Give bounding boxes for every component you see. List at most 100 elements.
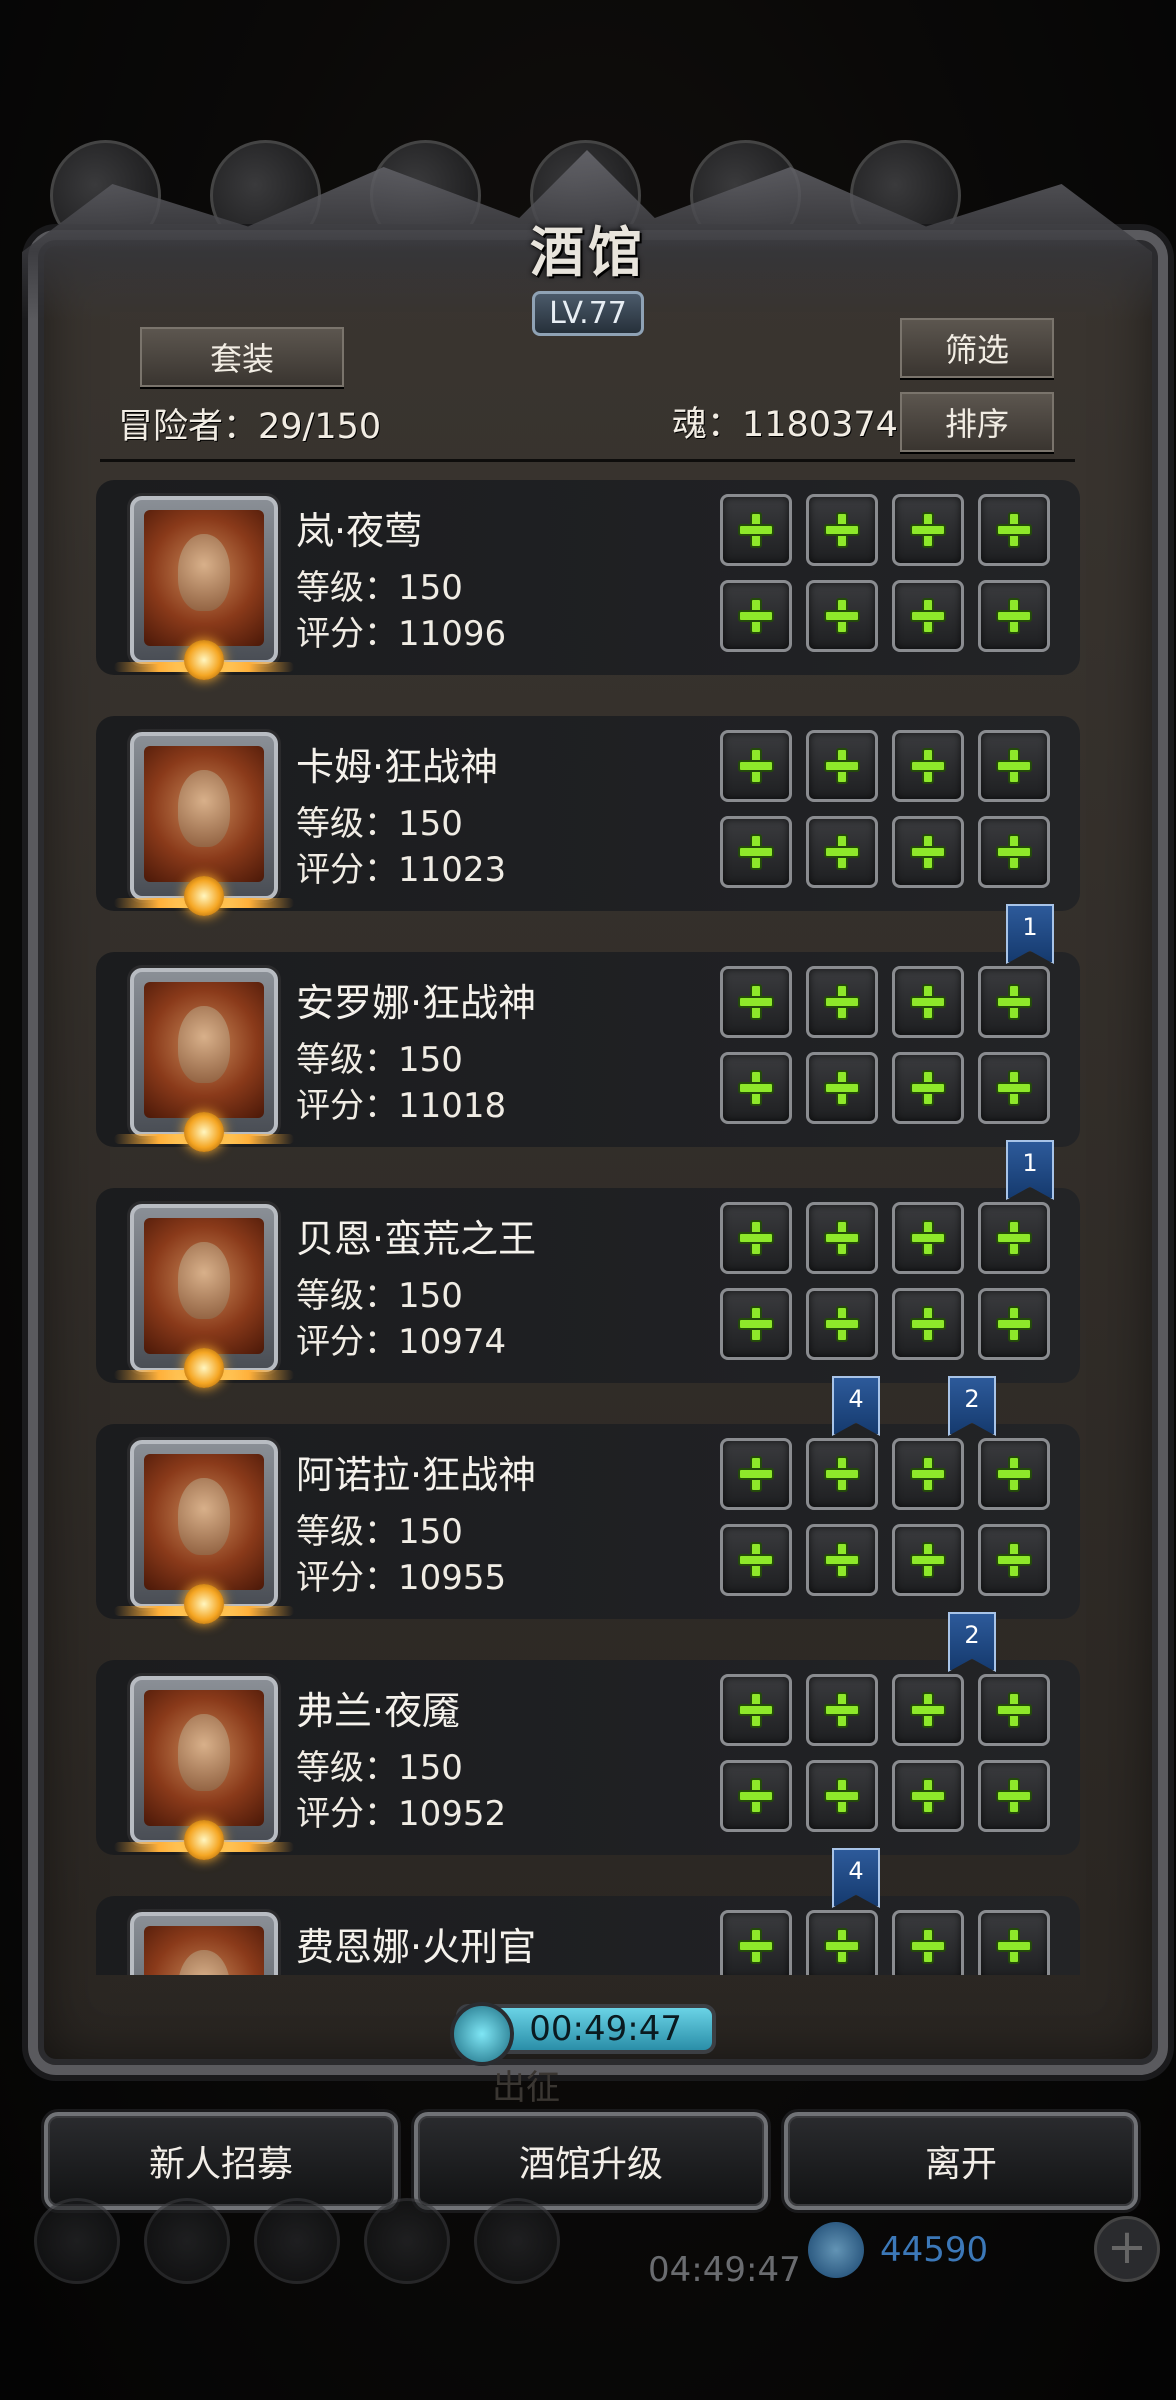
upgrade-tavern-button[interactable]: 酒馆升级 [414, 2112, 768, 2210]
equipment-slot[interactable] [806, 730, 878, 802]
hero-card[interactable]: 费恩娜·火刑官 [96, 1896, 1080, 1975]
equipment-slot[interactable] [806, 580, 878, 652]
equipment-slot[interactable] [720, 1524, 792, 1596]
soul-count: 魂：1180374 [672, 405, 898, 445]
equipment-slot[interactable] [806, 1052, 878, 1124]
equipment-slot[interactable] [892, 1524, 964, 1596]
equipment-slot[interactable] [720, 1288, 792, 1360]
plus-icon [996, 1306, 1032, 1342]
equipment-slot[interactable] [892, 494, 964, 566]
equipment-slot[interactable] [978, 730, 1050, 802]
leave-button[interactable]: 离开 [784, 2112, 1138, 2210]
equipment-slot[interactable] [892, 1674, 964, 1746]
equipment-slot[interactable] [892, 816, 964, 888]
equipment-slot[interactable] [892, 1052, 964, 1124]
plus-icon [738, 512, 774, 548]
plus-icon [996, 598, 1032, 634]
hero-portrait[interactable] [130, 1912, 278, 1975]
hud-gear-icon[interactable] [34, 2198, 120, 2284]
equipment-slot[interactable] [892, 580, 964, 652]
hero-card[interactable]: 安罗娜·狂战神 等级：150 评分：11018 [96, 952, 1080, 1152]
equipment-slot[interactable] [720, 1760, 792, 1832]
equipment-slot[interactable] [720, 580, 792, 652]
portrait-background [144, 1690, 264, 1826]
equipment-slot[interactable] [806, 816, 878, 888]
equipment-slot[interactable] [720, 730, 792, 802]
recruit-button[interactable]: 新人招募 [44, 2112, 398, 2210]
hero-list[interactable]: 岚·夜莺 等级：150 评分：11096 卡姆·狂战神 等级：150 评分：11023 安罗… [96, 480, 1080, 1975]
hero-portrait[interactable] [114, 1204, 294, 1388]
equipment-slot[interactable] [806, 966, 878, 1038]
hero-card[interactable]: 弗兰·夜魇 等级：150 评分：10952 [96, 1660, 1080, 1860]
equipment-slot[interactable] [892, 1438, 964, 1510]
equipment-slot[interactable] [978, 1438, 1050, 1510]
plus-icon [738, 748, 774, 784]
equipment-slot[interactable] [720, 1910, 792, 1975]
hud-star-icon[interactable] [144, 2198, 230, 2284]
plus-icon [910, 1778, 946, 1814]
equipment-slot[interactable] [720, 1438, 792, 1510]
equipment-slot[interactable] [892, 730, 964, 802]
equipment-slot[interactable] [892, 1910, 964, 1975]
equipment-slot[interactable] [892, 966, 964, 1038]
equipment-slot[interactable] [978, 494, 1050, 566]
hero-portrait[interactable] [114, 1676, 294, 1860]
hero-face [177, 534, 231, 611]
equipment-slot[interactable] [978, 1524, 1050, 1596]
equipment-slot[interactable] [978, 966, 1050, 1038]
plus-icon [996, 984, 1032, 1020]
equipment-slots [720, 728, 1060, 904]
hud-box-icon[interactable] [474, 2198, 560, 2284]
equipment-slot[interactable] [720, 816, 792, 888]
equipment-slot[interactable] [978, 1202, 1050, 1274]
equipment-slot[interactable] [892, 1288, 964, 1360]
plus-icon [910, 1542, 946, 1578]
equipment-slot[interactable] [978, 1910, 1050, 1975]
hero-card[interactable]: 阿诺拉·狂战神 等级：150 评分：10955 [96, 1424, 1080, 1624]
plus-icon [738, 1220, 774, 1256]
equipment-slot[interactable] [720, 1202, 792, 1274]
hero-portrait[interactable] [114, 496, 294, 680]
add-gems-button[interactable]: + [1094, 2216, 1160, 2282]
sort-button[interactable]: 排序 [900, 392, 1054, 452]
equipment-slot[interactable] [978, 1052, 1050, 1124]
hero-portrait[interactable] [114, 1440, 294, 1624]
plus-icon [738, 1692, 774, 1728]
equipment-slot[interactable] [806, 1674, 878, 1746]
set-button[interactable]: 套装 [140, 327, 344, 387]
equipment-slot[interactable] [978, 1674, 1050, 1746]
hero-card[interactable]: 岚·夜莺 等级：150 评分：11096 [96, 480, 1080, 680]
hero-portrait[interactable] [114, 968, 294, 1152]
equipment-slot[interactable] [978, 580, 1050, 652]
equipment-slot[interactable] [806, 494, 878, 566]
hud-shield-icon[interactable] [254, 2198, 340, 2284]
equipment-slot[interactable] [806, 1438, 878, 1510]
equipment-slot[interactable] [806, 1910, 878, 1975]
hero-level: 等级：150 [296, 1040, 463, 1080]
equipment-slots [720, 1908, 1060, 1975]
equipment-slot[interactable] [892, 1202, 964, 1274]
hud-mail-icon[interactable] [364, 2198, 450, 2284]
equipment-slot[interactable] [806, 1288, 878, 1360]
hero-face [177, 1478, 231, 1555]
filter-button[interactable]: 筛选 [900, 318, 1054, 378]
equipment-slot[interactable] [720, 1052, 792, 1124]
star-emblem-icon [184, 1112, 224, 1152]
plus-icon [910, 748, 946, 784]
equipment-slot[interactable] [978, 1760, 1050, 1832]
equipment-slot[interactable] [806, 1524, 878, 1596]
equipment-slot[interactable] [806, 1202, 878, 1274]
hud-clock: 04:49:47 [648, 2250, 801, 2290]
equipment-slot[interactable] [806, 1760, 878, 1832]
equipment-slot[interactable] [978, 816, 1050, 888]
equipment-slot[interactable] [720, 1674, 792, 1746]
equipment-slot[interactable] [720, 966, 792, 1038]
plus-icon [738, 598, 774, 634]
equipment-slot[interactable] [978, 1288, 1050, 1360]
equipment-slot[interactable] [892, 1760, 964, 1832]
equipment-slot[interactable] [720, 494, 792, 566]
plus-icon [824, 1778, 860, 1814]
hero-portrait[interactable] [114, 732, 294, 916]
hero-card[interactable]: 卡姆·狂战神 等级：150 评分：11023 [96, 716, 1080, 916]
hero-card[interactable]: 贝恩·蛮荒之王 等级：150 评分：10974 [96, 1188, 1080, 1388]
